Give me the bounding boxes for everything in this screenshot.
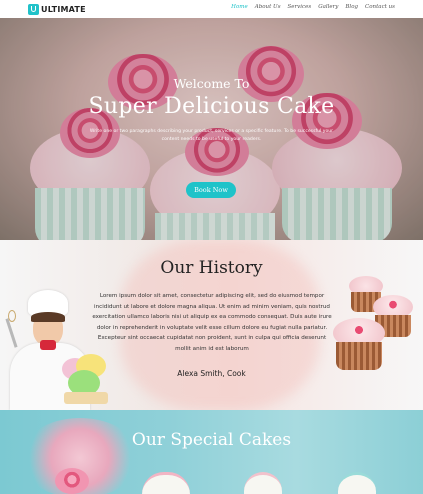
nav-home[interactable]: Home [231,4,248,10]
main-menu: Home About Us Services Gallery Blog Cont… [231,4,395,10]
hero-description: Write one or two paragraphs describing y… [0,128,423,144]
history-signature: Alexa Smith, Cook [177,369,246,378]
nav-blog[interactable]: Blog [345,4,358,10]
nav-gallery[interactable]: Gallery [318,4,338,10]
history-line-4: dolor in reprehenderit in voluptate veli… [96,324,328,331]
history-paragraph: Lorem ipsum dolor sit amet, consectetur … [92,291,332,355]
hero-title: Super Delicious Cake [88,94,335,119]
book-now-button[interactable]: Book Now [186,182,236,198]
history-title: Our History [160,258,263,278]
history-line-3: exercitation ullamco laboris nisi ut ali… [92,314,332,321]
history-line-5: Excepteur sint occaecat cupidatat non pr… [97,335,327,342]
special-cakes-title: Our Special Cakes [131,430,292,450]
hero-subtitle: Welcome To [173,76,250,91]
nav-contact-us[interactable]: Contact us [365,4,395,10]
hero-description-line-1: Write one or two paragraphs describing y… [89,129,334,134]
hero-description-line-2: content needs to be useful to your reade… [161,137,262,142]
top-navbar: ULTIMATE Home About Us Services Gallery … [0,0,423,18]
special-cakes-section: Our Special Cakes [0,410,423,494]
history-section: Our History Lorem ipsum dolor sit amet, … [0,240,423,410]
history-line-2: incididunt ut labore et dolore magna ali… [94,303,330,310]
history-line-6: mollit anim id est laborum [175,345,249,352]
history-line-1: Lorem ipsum dolor sit amet, consectetur … [99,293,325,299]
hero-section: Welcome To Super Delicious Cake Write on… [0,18,423,240]
brand-logo[interactable]: ULTIMATE [28,3,86,15]
nav-about-us[interactable]: About Us [255,4,281,10]
logo-icon [28,3,39,15]
brand-name: ULTIMATE [41,4,86,14]
nav-services[interactable]: Services [288,4,312,10]
